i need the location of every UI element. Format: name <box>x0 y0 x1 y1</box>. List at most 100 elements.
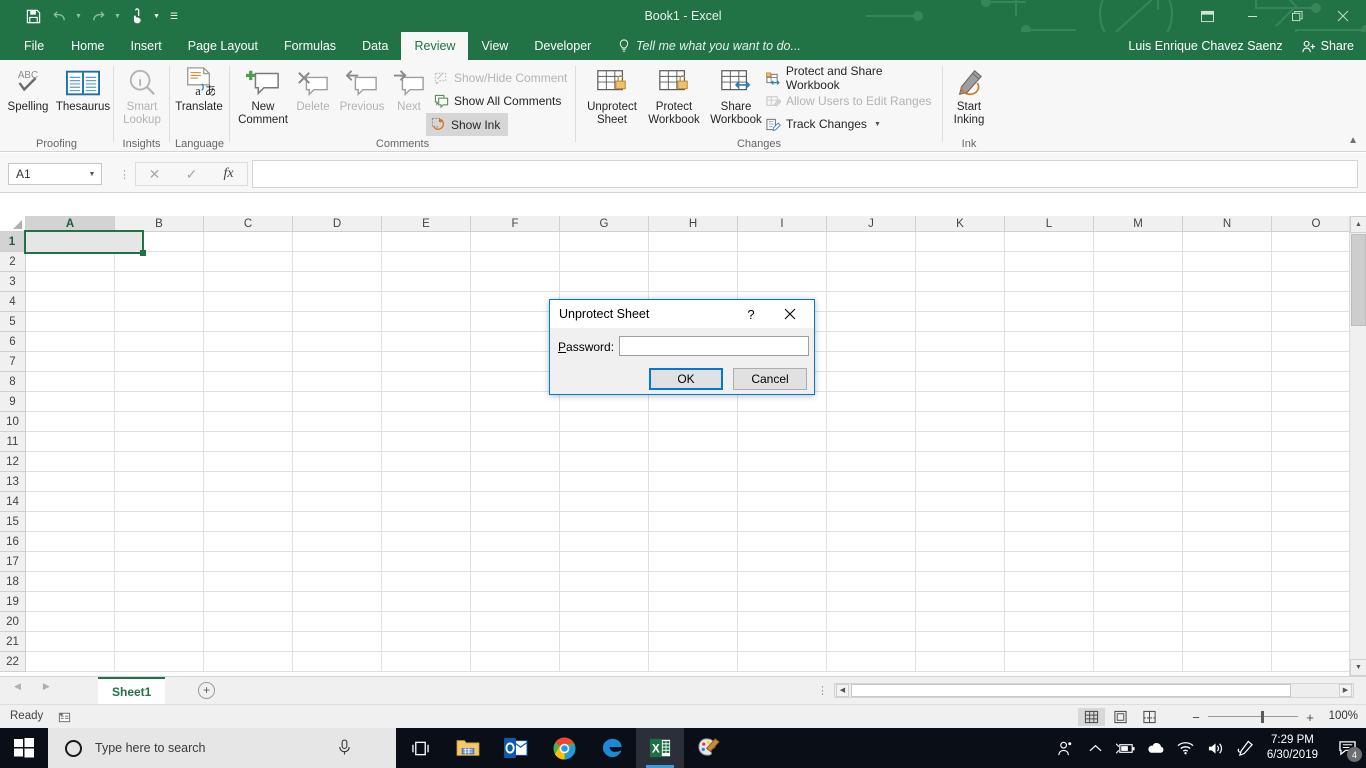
cell-K6[interactable] <box>916 332 1005 352</box>
row-header-19[interactable]: 19 <box>0 592 26 612</box>
cell-D17[interactable] <box>293 552 382 572</box>
row-header-8[interactable]: 8 <box>0 372 26 392</box>
row-header-9[interactable]: 9 <box>0 392 26 412</box>
cell-M5[interactable] <box>1094 312 1183 332</box>
cell-I21[interactable] <box>738 632 827 652</box>
cell-A8[interactable] <box>26 372 115 392</box>
row-header-20[interactable]: 20 <box>0 612 26 632</box>
cell-G3[interactable] <box>560 272 649 292</box>
cell-I17[interactable] <box>738 552 827 572</box>
cell-M4[interactable] <box>1094 292 1183 312</box>
cell-H13[interactable] <box>649 472 738 492</box>
cell-J4[interactable] <box>827 292 916 312</box>
cell-N17[interactable] <box>1183 552 1272 572</box>
cell-J9[interactable] <box>827 392 916 412</box>
formula-bar-handle[interactable]: ⋮ <box>119 168 130 181</box>
cell-L19[interactable] <box>1005 592 1094 612</box>
cell-M19[interactable] <box>1094 592 1183 612</box>
row-header-2[interactable]: 2 <box>0 252 26 272</box>
cell-B19[interactable] <box>115 592 204 612</box>
cell-K5[interactable] <box>916 312 1005 332</box>
cell-O4[interactable] <box>1272 292 1361 312</box>
cell-L8[interactable] <box>1005 372 1094 392</box>
share-button[interactable]: Share <box>1293 32 1366 60</box>
cell-C11[interactable] <box>204 432 293 452</box>
chevron-up-icon[interactable] <box>1081 728 1111 768</box>
cell-L22[interactable] <box>1005 652 1094 672</box>
column-header-d[interactable]: D <box>293 216 382 232</box>
show-all-comments-button[interactable]: Show All Comments <box>430 90 565 112</box>
cell-J22[interactable] <box>827 652 916 672</box>
taskbar-paint[interactable] <box>684 728 732 768</box>
cell-D6[interactable] <box>293 332 382 352</box>
cell-A6[interactable] <box>26 332 115 352</box>
next-comment-button[interactable]: Next <box>388 64 430 136</box>
record-macro-icon[interactable] <box>57 710 72 727</box>
cell-B5[interactable] <box>115 312 204 332</box>
cell-A13[interactable] <box>26 472 115 492</box>
cell-D9[interactable] <box>293 392 382 412</box>
taskbar-search[interactable]: Type here to search <box>48 728 396 768</box>
cell-N9[interactable] <box>1183 392 1272 412</box>
cell-H19[interactable] <box>649 592 738 612</box>
cell-F22[interactable] <box>471 652 560 672</box>
cell-D7[interactable] <box>293 352 382 372</box>
cell-M7[interactable] <box>1094 352 1183 372</box>
cell-L7[interactable] <box>1005 352 1094 372</box>
cell-A21[interactable] <box>26 632 115 652</box>
cell-N16[interactable] <box>1183 532 1272 552</box>
cell-C1[interactable] <box>204 232 293 252</box>
cell-I2[interactable] <box>738 252 827 272</box>
cell-D14[interactable] <box>293 492 382 512</box>
cell-A20[interactable] <box>26 612 115 632</box>
cell-E15[interactable] <box>382 512 471 532</box>
cell-F6[interactable] <box>471 332 560 352</box>
cell-I14[interactable] <box>738 492 827 512</box>
cell-L13[interactable] <box>1005 472 1094 492</box>
cell-G11[interactable] <box>560 432 649 452</box>
cell-B10[interactable] <box>115 412 204 432</box>
cell-O9[interactable] <box>1272 392 1361 412</box>
column-header-f[interactable]: F <box>471 216 560 232</box>
cell-L10[interactable] <box>1005 412 1094 432</box>
cell-K8[interactable] <box>916 372 1005 392</box>
cell-G13[interactable] <box>560 472 649 492</box>
name-box-dropdown-icon[interactable]: ▼ <box>83 171 101 178</box>
cell-A15[interactable] <box>26 512 115 532</box>
cell-F13[interactable] <box>471 472 560 492</box>
cell-M12[interactable] <box>1094 452 1183 472</box>
cell-B11[interactable] <box>115 432 204 452</box>
column-header-n[interactable]: N <box>1183 216 1272 232</box>
cell-D8[interactable] <box>293 372 382 392</box>
cell-G20[interactable] <box>560 612 649 632</box>
show-ink-button[interactable]: Show Ink <box>426 113 509 136</box>
cell-K11[interactable] <box>916 432 1005 452</box>
cell-B3[interactable] <box>115 272 204 292</box>
cell-F3[interactable] <box>471 272 560 292</box>
cell-M2[interactable] <box>1094 252 1183 272</box>
cell-H10[interactable] <box>649 412 738 432</box>
cell-O15[interactable] <box>1272 512 1361 532</box>
cell-L1[interactable] <box>1005 232 1094 252</box>
track-changes-button[interactable]: Track Changes ▼ <box>762 113 885 135</box>
scroll-down-icon[interactable]: ▼ <box>1350 659 1366 676</box>
cell-F11[interactable] <box>471 432 560 452</box>
cell-F12[interactable] <box>471 452 560 472</box>
taskbar-file-explorer[interactable] <box>444 728 492 768</box>
cell-C7[interactable] <box>204 352 293 372</box>
cell-J8[interactable] <box>827 372 916 392</box>
cell-F18[interactable] <box>471 572 560 592</box>
row-header-17[interactable]: 17 <box>0 552 26 572</box>
tab-data[interactable]: Data <box>349 32 401 60</box>
cell-F4[interactable] <box>471 292 560 312</box>
sheet-tab-sheet1[interactable]: Sheet1 <box>98 677 166 704</box>
active-cell-a1[interactable] <box>24 230 144 254</box>
row-header-15[interactable]: 15 <box>0 512 26 532</box>
cell-J1[interactable] <box>827 232 916 252</box>
thesaurus-button[interactable]: Thesaurus <box>52 64 114 136</box>
cell-C22[interactable] <box>204 652 293 672</box>
cell-E19[interactable] <box>382 592 471 612</box>
cell-E6[interactable] <box>382 332 471 352</box>
row-header-7[interactable]: 7 <box>0 352 26 372</box>
cell-M20[interactable] <box>1094 612 1183 632</box>
